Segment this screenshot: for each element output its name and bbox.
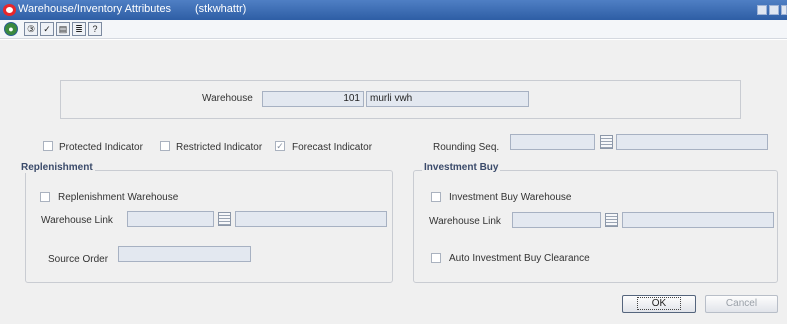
cancel-button[interactable]: Cancel — [705, 295, 778, 313]
toolbar: ● ③ ✓ ▤ ≣ ? — [0, 20, 787, 39]
ib-warehouse-link-label: Warehouse Link — [429, 216, 501, 227]
close-icon[interactable] — [781, 5, 787, 15]
repl-warehouse-link-description — [235, 211, 387, 227]
ib-warehouse-link-lookup-icon[interactable] — [605, 213, 618, 227]
warehouse-label: Warehouse — [202, 93, 253, 104]
notes-icon[interactable]: ≣ — [72, 22, 86, 36]
investment-buy-warehouse-checkbox[interactable] — [431, 192, 441, 202]
replenishment-warehouse-label: Replenishment Warehouse — [58, 192, 179, 203]
repl-warehouse-link-field[interactable] — [127, 211, 214, 227]
repl-warehouse-link-label: Warehouse Link — [41, 215, 113, 226]
rounding-seq-description — [616, 134, 768, 150]
print-icon[interactable]: ▤ — [56, 22, 70, 36]
restricted-indicator-label: Restricted Indicator — [176, 142, 263, 153]
info-icon[interactable]: ③ — [24, 22, 38, 36]
form-id: (stkwhattr) — [195, 3, 247, 15]
auto-investment-buy-clearance-label: Auto Investment Buy Clearance — [449, 253, 590, 264]
title-bar: Warehouse/Inventory Attributes (stkwhatt… — [0, 0, 787, 20]
repl-warehouse-link-lookup-icon[interactable] — [218, 212, 231, 226]
forecast-indicator-checkbox[interactable]: ✓ — [275, 141, 285, 151]
window-title: Warehouse/Inventory Attributes — [18, 3, 172, 15]
help-icon[interactable]: ? — [88, 22, 102, 36]
rounding-seq-label: Rounding Seq. — [433, 142, 500, 153]
protected-indicator-checkbox[interactable] — [43, 141, 53, 151]
minimize-icon[interactable] — [757, 5, 767, 15]
restricted-indicator-checkbox[interactable] — [160, 141, 170, 151]
rounding-seq-lookup-icon[interactable] — [600, 135, 613, 149]
oracle-logo-icon — [3, 4, 16, 16]
ib-warehouse-link-field[interactable] — [512, 212, 601, 228]
warehouse-panel: Warehouse 101 murli vwh — [60, 80, 741, 119]
ib-warehouse-link-description — [622, 212, 774, 228]
globe-icon[interactable]: ● — [4, 22, 18, 36]
protected-indicator-label: Protected Indicator — [59, 142, 143, 153]
replenishment-warehouse-checkbox[interactable] — [40, 192, 50, 202]
ok-button[interactable]: OK — [622, 295, 696, 313]
forecast-indicator-label: Forecast Indicator — [292, 142, 373, 153]
spellcheck-icon[interactable]: ✓ — [40, 22, 54, 36]
investment-buy-title: Investment Buy — [422, 162, 501, 173]
source-order-label: Source Order — [48, 254, 109, 265]
ok-button-label: OK — [636, 297, 682, 310]
auto-investment-buy-clearance-checkbox[interactable] — [431, 253, 441, 263]
rounding-seq-field[interactable] — [510, 134, 595, 150]
replenishment-title: Replenishment — [19, 162, 95, 173]
warehouse-name-field: murli vwh — [366, 91, 529, 107]
source-order-field[interactable] — [118, 246, 251, 262]
warehouse-number-field[interactable]: 101 — [262, 91, 364, 107]
maximize-icon[interactable] — [769, 5, 779, 15]
form-body: Warehouse 101 murli vwh Protected Indica… — [0, 40, 787, 324]
investment-buy-warehouse-label: Investment Buy Warehouse — [449, 192, 572, 203]
